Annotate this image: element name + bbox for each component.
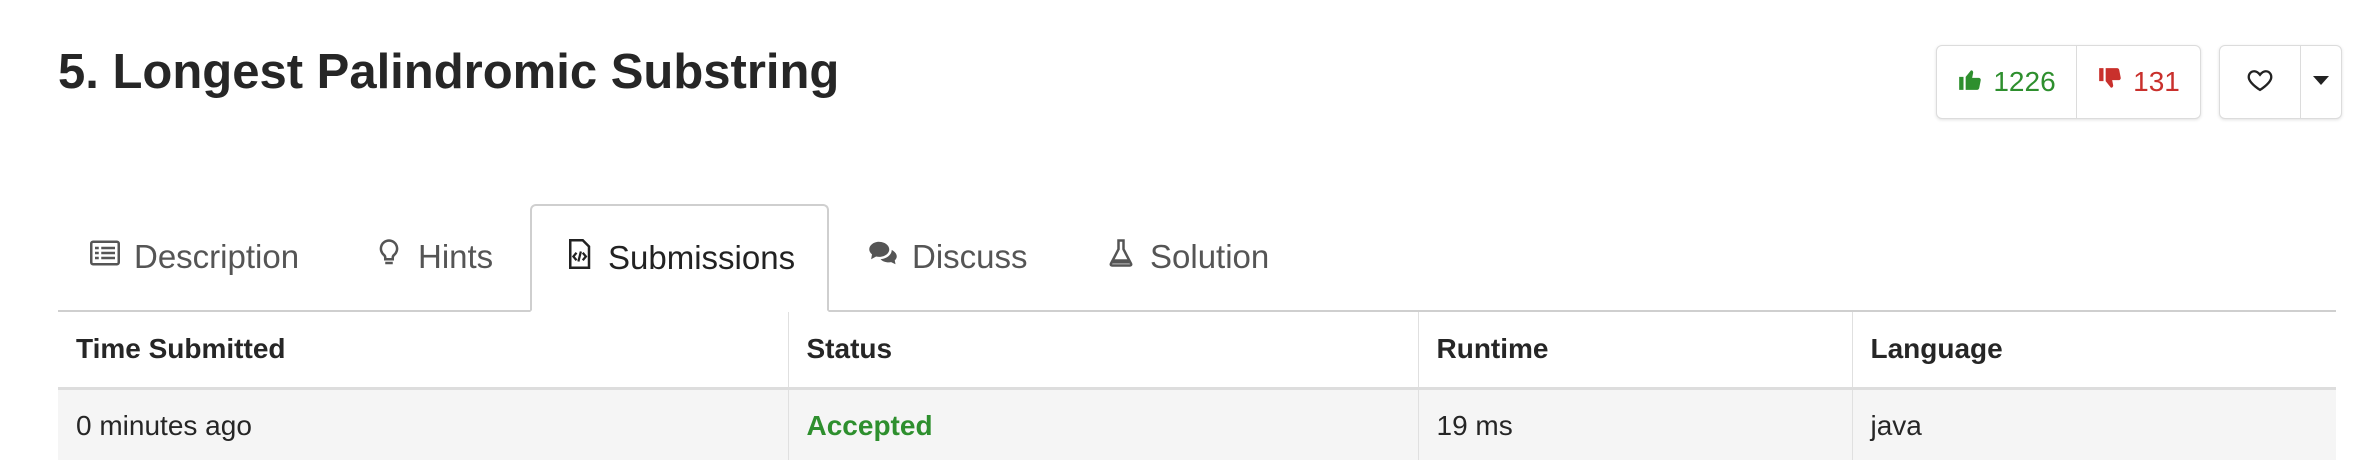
comments-icon — [868, 238, 898, 276]
column-header-time[interactable]: Time Submitted — [58, 312, 789, 390]
tab-discuss[interactable]: Discuss — [868, 204, 1028, 310]
problem-page: 5. Longest Palindromic Substring 1226 13… — [0, 0, 2376, 460]
favorite-dropdown-button[interactable] — [2301, 46, 2341, 118]
submission-language: java — [1852, 388, 2336, 460]
like-button[interactable]: 1226 — [1937, 46, 2077, 118]
tab-label: Hints — [418, 238, 494, 275]
submissions-table: Time Submitted Status Runtime Language 0… — [58, 312, 2336, 460]
caret-down-icon — [2313, 73, 2329, 91]
code-file-icon — [564, 239, 594, 277]
status-accepted-link[interactable]: Accepted — [807, 410, 933, 441]
favorite-button[interactable] — [2220, 46, 2301, 118]
favorite-group — [2219, 45, 2342, 119]
table-row: 0 minutes ago Accepted 19 ms java — [58, 388, 2336, 460]
tab-label: Solution — [1150, 238, 1270, 275]
heart-icon — [2246, 66, 2274, 99]
vote-group: 1226 131 — [1936, 45, 2201, 119]
like-count: 1226 — [1993, 66, 2056, 97]
tab-solution[interactable]: Solution — [1106, 204, 1269, 310]
tab-submissions[interactable]: Submissions — [530, 204, 830, 312]
tab-label: Submissions — [608, 239, 796, 276]
submission-time: 0 minutes ago — [58, 388, 789, 460]
tab-hints[interactable]: Hints — [374, 204, 493, 310]
column-header-language[interactable]: Language — [1852, 312, 2336, 390]
flask-icon — [1106, 238, 1136, 276]
page-title: 5. Longest Palindromic Substring — [58, 45, 840, 99]
thumbs-down-icon — [2097, 66, 2123, 99]
dislike-button[interactable]: 131 — [2077, 46, 2200, 118]
submission-status[interactable]: Accepted — [788, 388, 1419, 460]
tab-description[interactable]: Description — [90, 204, 299, 310]
tab-label: Description — [134, 238, 300, 275]
tab-label: Discuss — [912, 238, 1028, 275]
submission-runtime: 19 ms — [1418, 388, 1853, 460]
column-header-runtime[interactable]: Runtime — [1418, 312, 1853, 390]
table-header-row: Time Submitted Status Runtime Language — [58, 312, 2336, 390]
lightbulb-icon — [374, 238, 404, 276]
list-icon — [90, 238, 120, 276]
dislike-count: 131 — [2133, 66, 2180, 97]
problem-tabs: Description Hints Submissions Discuss So… — [58, 204, 2336, 312]
column-header-status[interactable]: Status — [788, 312, 1419, 390]
thumbs-up-icon — [1957, 66, 1983, 99]
